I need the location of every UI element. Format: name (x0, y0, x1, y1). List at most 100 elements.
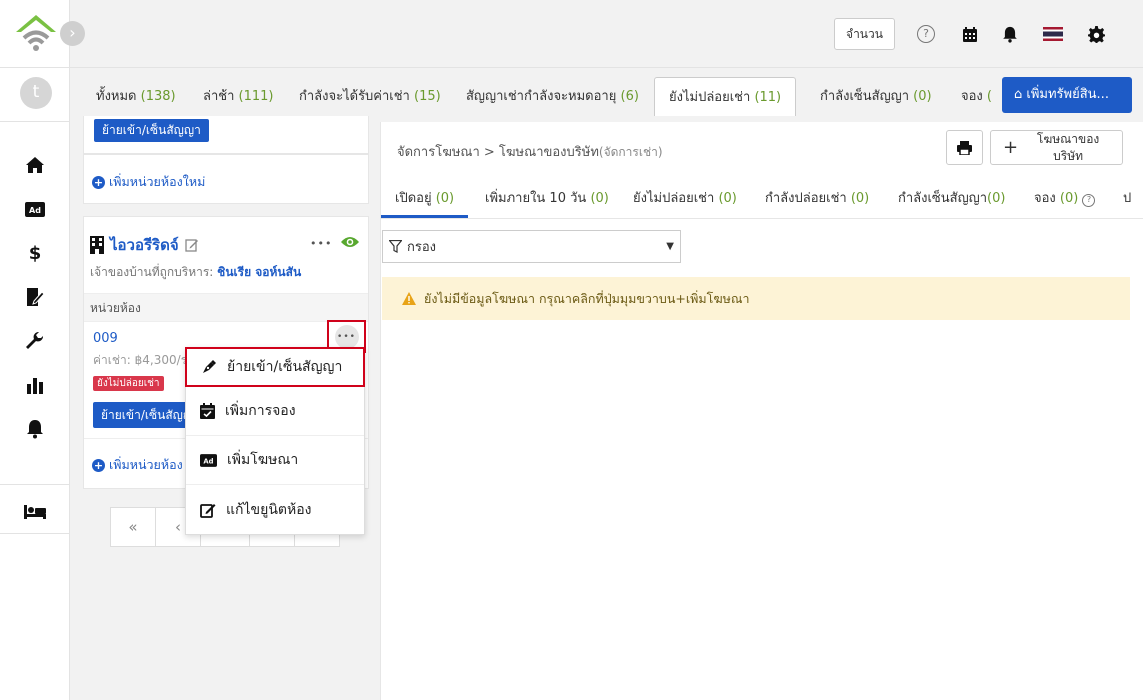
contract-icon[interactable] (22, 285, 48, 309)
tab-count: (0) (1059, 191, 1079, 206)
add-company-ad-button[interactable]: + โฆษณาของบริษัท (990, 130, 1123, 165)
menu-item-move-in[interactable]: ย้ายเข้า/เซ็นสัญญา (185, 347, 365, 387)
collapse-sidebar-button[interactable]: › (60, 21, 85, 46)
menu-item-add-ad[interactable]: Ad เพิ่มโฆษณา (186, 436, 364, 485)
add-ad-label: โฆษณาของบริษัท (1036, 131, 1100, 163)
status-tabs: ทั้งหมด (138) ล่าช้า (111) กำลังจะได้รับ… (83, 77, 993, 116)
help-icon[interactable]: ? (1082, 194, 1096, 207)
nav-divider (0, 121, 70, 122)
tab-label: เพิ่มภายใน 10 วัน (485, 191, 587, 206)
tab-not-leased[interactable]: ยังไม่ปล่อยเช่า (0) (633, 180, 737, 218)
menu-item-label: ย้ายเข้า/เซ็นสัญญา (227, 359, 343, 375)
filter-select[interactable]: กรอง ▼ (382, 230, 681, 263)
home-icon[interactable] (22, 153, 48, 177)
tab-label: ล่าช้า (203, 89, 235, 104)
tab-reserved[interactable]: จอง ( (961, 77, 992, 116)
plus-icon: + (1003, 137, 1019, 158)
visibility-eye-icon[interactable] (340, 235, 360, 253)
tab-count: (15) (414, 89, 441, 104)
thai-flag-icon[interactable] (1043, 24, 1063, 44)
tabs-divider (381, 218, 1143, 219)
menu-item-label: แก้ไขยูนิตห้อง (226, 501, 312, 518)
tab-label: ยังไม่ปล่อยเช่า (669, 90, 751, 105)
tab-reserved[interactable]: จอง (0) ? (1034, 180, 1096, 218)
nav-divider (0, 484, 70, 485)
breadcrumb-text[interactable]: จัดการโฆษณา > โฆษณาของบริษัท (397, 145, 599, 160)
tab-label: ทั้งหมด (96, 89, 137, 104)
tab-label: สัญญาเช่ากำลังจะหมดอายุ (466, 89, 617, 104)
owner-line: เจ้าของบ้านที่ถูกบริหาร: ชินเรีย จอห์นสั… (90, 263, 301, 282)
tab-signing[interactable]: กำลังเซ็นสัญญา(0) (898, 180, 1005, 218)
tab-upcoming-rent[interactable]: กำลังจะได้รับค่าเช่า (15) (299, 77, 441, 116)
add-unit-label: เพิ่มหน่วยห้อง (109, 457, 183, 472)
tab-late[interactable]: ล่าช้า (111) (203, 77, 274, 116)
chevron-down-icon: ▼ (666, 241, 674, 252)
menu-item-edit-unit[interactable]: แก้ไขยูนิตห้อง (186, 485, 364, 534)
tab-vacant[interactable]: ยังไม่ปล่อยเช่า (11) (654, 77, 797, 116)
tab-count: (138) (140, 89, 176, 104)
first-page-button[interactable]: « (110, 507, 156, 547)
home-plus-icon: ⌂ (1014, 87, 1023, 102)
help-icon[interactable]: ? (916, 24, 936, 44)
plus-circle-icon: + (92, 175, 105, 189)
tab-count: (0) (987, 191, 1006, 206)
ads-panel: จัดการโฆษณา > โฆษณาของบริษัท(จัดการเช่า)… (380, 122, 1143, 700)
add-unit-link[interactable]: + เพิ่มหน่วยห้องใหม่ (92, 172, 205, 192)
breadcrumb-sub: (จัดการเช่า) (598, 145, 663, 159)
edit-icon[interactable] (184, 238, 199, 252)
nav-divider (0, 67, 70, 68)
add-unit-link[interactable]: + เพิ่มหน่วยห้อง (92, 455, 183, 475)
edit-icon (200, 503, 216, 518)
tab-label: ยังไม่ปล่อยเช่า (633, 191, 715, 206)
tab-label: เปิดอยู่ (395, 191, 432, 206)
owner-name[interactable]: ชินเรีย จอห์นสัน (217, 265, 301, 279)
units-header: หน่วยห้อง (84, 293, 368, 322)
tab-count: (11) (754, 90, 782, 105)
tab-label: จอง (961, 89, 983, 104)
alert-text: ยังไม่มีข้อมูลโฆษณา กรุณาคลิกที่ปุ่มมุมข… (424, 290, 750, 306)
breadcrumb: จัดการโฆษณา > โฆษณาของบริษัท(จัดการเช่า) (397, 141, 663, 162)
filter-label: กรอง (407, 240, 437, 255)
chart-icon[interactable] (22, 373, 48, 397)
tab-leasing[interactable]: กำลังปล่อยเช่า (0) (765, 180, 869, 218)
bell-icon[interactable] (22, 417, 48, 441)
move-in-button[interactable]: ย้ายเข้า/เซ็นสัญญา (94, 119, 209, 142)
tab-label: กำลังปล่อยเช่า (765, 191, 847, 206)
status-badge: ยังไม่ปล่อยเช่า (93, 376, 164, 391)
tab-count: (0) (435, 191, 455, 206)
notification-bell-icon[interactable] (1000, 24, 1020, 44)
menu-item-label: เพิ่มการจอง (225, 403, 296, 419)
tab-all[interactable]: ทั้งหมด (138) (96, 77, 176, 116)
amount-button[interactable]: จำนวน (834, 18, 895, 50)
tab-expiring-lease[interactable]: สัญญาเช่ากำลังจะหมดอายุ (6) (466, 77, 639, 116)
tab-open[interactable]: เปิดอยู่ (0) (381, 180, 469, 218)
wrench-icon[interactable] (22, 329, 48, 353)
print-button[interactable] (946, 130, 983, 165)
logo-icon[interactable] (14, 12, 58, 54)
filter-icon (389, 240, 402, 253)
unit-rent: ค่าเช่า: ฿4,300/รา (93, 353, 194, 367)
menu-item-add-booking[interactable]: เพิ่มการจอง (186, 387, 364, 436)
tab-count: (0) (850, 191, 870, 206)
building-icon (90, 236, 104, 254)
bed-icon[interactable] (22, 500, 48, 524)
tab-signing[interactable]: กำลังเซ็นสัญญา (0) (820, 77, 932, 116)
ad-icon: Ad (200, 453, 217, 467)
menu-item-label: เพิ่มโฆษณา (227, 452, 299, 468)
printer-icon (957, 140, 972, 155)
calendar-check-icon (200, 403, 215, 419)
calendar-icon[interactable] (960, 24, 980, 44)
add-property-button[interactable]: ⌂ เพิ่มทรัพย์สิน... (1002, 77, 1132, 113)
settings-gear-icon[interactable] (1086, 24, 1106, 44)
unit-number[interactable]: 009 (93, 331, 118, 346)
tab-more[interactable]: ป (1123, 180, 1131, 218)
dollar-icon[interactable]: $ (22, 241, 48, 265)
tab-count: ( (986, 89, 992, 104)
avatar[interactable]: t (20, 77, 52, 109)
ad-icon[interactable]: Ad (22, 197, 48, 221)
tab-added-10-days[interactable]: เพิ่มภายใน 10 วัน (0) (485, 180, 609, 218)
property-name[interactable]: ไอวอรีริดจ์ (110, 233, 179, 257)
nav-divider (0, 533, 70, 534)
more-options-icon[interactable]: ••• (310, 237, 332, 250)
svg-text:Ad: Ad (203, 457, 213, 465)
